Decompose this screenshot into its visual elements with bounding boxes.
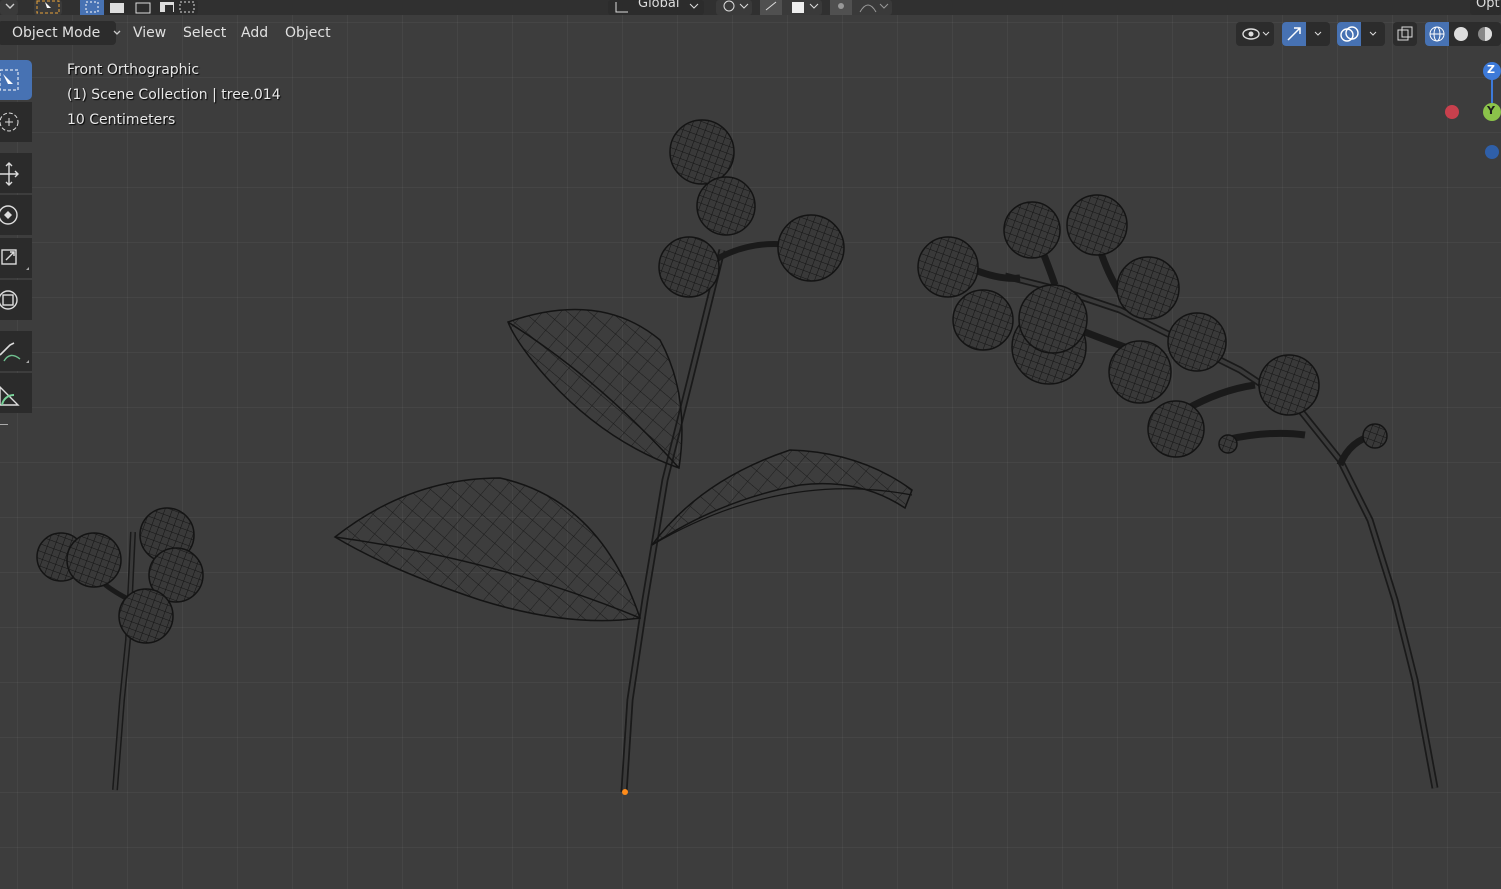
annotate-tool[interactable] bbox=[0, 331, 32, 371]
scale-info: 10 Centimeters bbox=[67, 112, 176, 128]
view-name: Front Orthographic bbox=[67, 62, 200, 78]
annotate-icon bbox=[0, 342, 29, 363]
small-berry-branch[interactable] bbox=[36, 507, 204, 791]
arching-berry-branch[interactable] bbox=[917, 194, 1439, 789]
overlays-icon bbox=[1340, 26, 1377, 42]
y-axis-label: Y bbox=[1487, 104, 1495, 117]
viewport-header: Object Mode View Select Add Object bbox=[0, 19, 1501, 47]
xray-toggle[interactable] bbox=[1393, 22, 1417, 46]
gizmo-icon bbox=[1287, 27, 1322, 41]
viewport-info-overlay: Front Orthographic (1) Scene Collection … bbox=[67, 58, 281, 133]
pivot-icon bbox=[723, 0, 749, 12]
proportional-edit-icon bbox=[830, 0, 889, 15]
xray-icon bbox=[1397, 26, 1413, 41]
overlay-toggle-group[interactable] bbox=[1337, 22, 1385, 46]
selection-mode-icons bbox=[80, 0, 195, 15]
navigation-gizmo[interactable]: Z Y bbox=[1440, 60, 1501, 170]
solid-shading-icons bbox=[1454, 27, 1492, 41]
move-tool[interactable] bbox=[0, 153, 32, 193]
shading-mode-group[interactable] bbox=[1425, 22, 1501, 46]
object-origin-dot bbox=[622, 789, 628, 795]
cursor-icon bbox=[0, 112, 19, 132]
select-box-icon bbox=[0, 69, 19, 91]
top-toolbar: Global Opt bbox=[0, 0, 1501, 15]
x-axis-handle[interactable] bbox=[1445, 105, 1459, 119]
measure-icon bbox=[0, 386, 20, 406]
menu-select[interactable]: Select bbox=[175, 21, 234, 45]
visibility-button[interactable] bbox=[1236, 22, 1274, 46]
transform-icon bbox=[0, 290, 18, 310]
eye-icon bbox=[1242, 28, 1270, 40]
mode-select[interactable]: Object Mode bbox=[0, 21, 121, 45]
chevron-down-icon bbox=[5, 3, 15, 9]
pivot-point-button[interactable] bbox=[716, 0, 752, 15]
select-box-tool[interactable] bbox=[0, 60, 32, 100]
toolbar-divider bbox=[0, 424, 8, 425]
move-icon bbox=[0, 162, 19, 186]
measure-tool[interactable] bbox=[0, 373, 32, 413]
editor-type-button[interactable] bbox=[0, 0, 18, 15]
scale-tool[interactable] bbox=[0, 238, 32, 278]
selection-mode-group[interactable] bbox=[80, 0, 198, 15]
select-box-icon bbox=[36, 0, 60, 14]
chevron-down-icon bbox=[113, 30, 121, 35]
wireframe-sphere-icon bbox=[1429, 26, 1445, 42]
transform-orientation-select[interactable]: Global bbox=[608, 0, 704, 15]
3d-viewport[interactable]: Global Opt Object Mode View Select Add O… bbox=[0, 0, 1501, 889]
menu-object[interactable]: Object bbox=[277, 21, 339, 45]
gizmo-toggle-group[interactable] bbox=[1282, 22, 1330, 46]
center-leaf-branch[interactable] bbox=[333, 119, 913, 795]
neg-z-axis-handle[interactable] bbox=[1485, 145, 1499, 159]
transform-tool[interactable] bbox=[0, 280, 32, 320]
wireframe-scene[interactable] bbox=[0, 0, 1501, 889]
z-axis-label: Z bbox=[1487, 63, 1495, 76]
options-button[interactable]: Opt bbox=[1470, 0, 1501, 15]
proportional-edit-button[interactable] bbox=[830, 0, 892, 15]
menu-view[interactable]: View bbox=[125, 21, 174, 45]
mode-label: Object Mode bbox=[12, 25, 101, 41]
menu-add[interactable]: Add bbox=[233, 21, 276, 45]
rotate-tool[interactable] bbox=[0, 195, 32, 235]
wireframe-shading-button[interactable] bbox=[1425, 22, 1449, 46]
collection-info: (1) Scene Collection | tree.014 bbox=[67, 87, 281, 103]
scale-icon bbox=[1, 249, 29, 270]
orientation-icon bbox=[615, 2, 699, 13]
options-label: Opt bbox=[1476, 0, 1500, 11]
select-tool-header-button[interactable] bbox=[34, 0, 62, 15]
snap-icon bbox=[760, 0, 819, 15]
snap-button[interactable] bbox=[760, 0, 822, 15]
rotate-icon bbox=[0, 205, 18, 225]
cursor-tool[interactable] bbox=[0, 102, 32, 142]
